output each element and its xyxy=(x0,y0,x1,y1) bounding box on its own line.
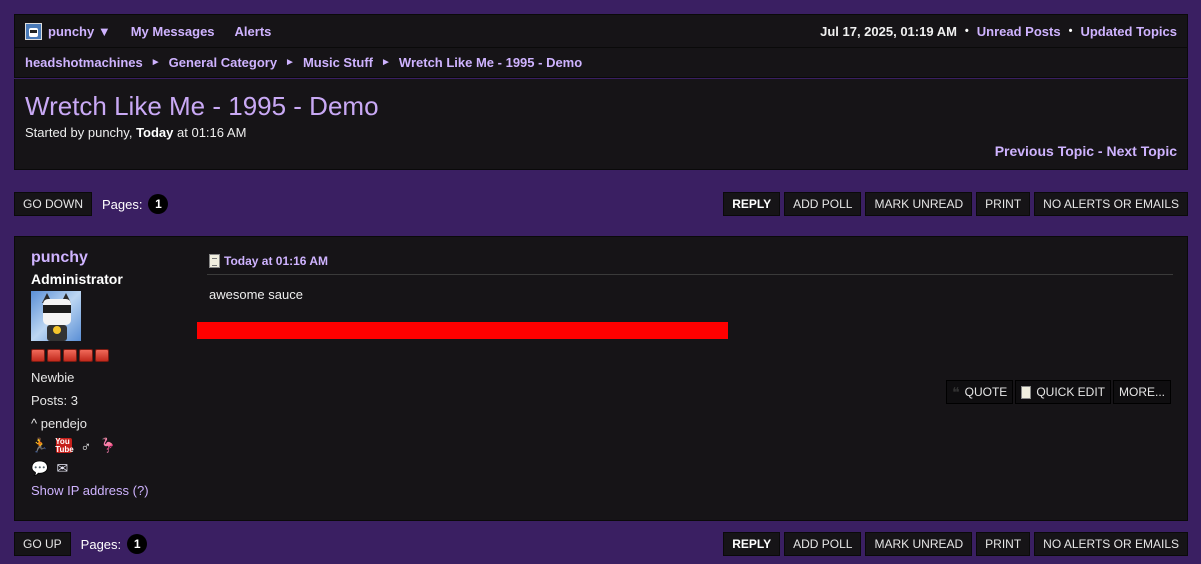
youtube-icon[interactable]: You Tube xyxy=(55,437,74,453)
quote-icon: ❝ xyxy=(952,383,960,400)
go-down-button[interactable]: GO DOWN xyxy=(14,192,92,216)
bottom-controls: GO UP Pages: 1 REPLY ADD POLL MARK UNREA… xyxy=(14,532,1188,556)
top-bar: punchy ▼ My Messages Alerts Jul 17, 2025… xyxy=(14,14,1188,48)
avatar xyxy=(31,291,81,341)
reply-button[interactable]: REPLY xyxy=(723,532,781,556)
topic-actions: REPLY ADD POLL MARK UNREAD PRINT NO ALER… xyxy=(723,192,1188,216)
rank-stars xyxy=(31,349,191,362)
post-content: Today at 01:16 AM awesome sauce xyxy=(197,251,1173,339)
reply-button[interactable]: REPLY xyxy=(723,192,781,216)
separator-dot: • xyxy=(964,25,969,37)
rank-star-icon xyxy=(63,349,77,362)
started-day: Today xyxy=(136,125,174,140)
user-avatar-icon xyxy=(25,22,42,40)
print-button[interactable]: PRINT xyxy=(976,192,1031,216)
rank-star-icon xyxy=(47,349,61,362)
post-author-role: Administrator xyxy=(31,271,123,287)
started-time: at 01:16 AM xyxy=(177,125,247,140)
rank-star-icon xyxy=(31,349,45,362)
pagination: Pages: 1 xyxy=(102,194,169,214)
current-datetime: Jul 17, 2025, 01:19 AM xyxy=(820,23,957,39)
post-author-post-count: Posts: 3 xyxy=(31,393,78,408)
breadcrumb-separator-icon: ► xyxy=(381,57,391,68)
topic-nav-separator: - xyxy=(1097,143,1103,159)
unread-posts-link[interactable]: Unread Posts xyxy=(977,24,1061,39)
mark-unread-button[interactable]: MARK UNREAD xyxy=(865,192,973,216)
post-author-personal-text: ^ pendejo xyxy=(31,416,87,431)
no-alerts-button[interactable]: NO ALERTS OR EMAILS xyxy=(1034,532,1188,556)
no-alerts-button[interactable]: NO ALERTS OR EMAILS xyxy=(1034,192,1188,216)
contact-icons: 💬 ✉ xyxy=(31,460,191,477)
post-author-link[interactable]: punchy xyxy=(31,249,191,267)
page-title: Wretch Like Me - 1995 - Demo xyxy=(25,91,379,121)
my-messages-link[interactable]: My Messages xyxy=(131,24,215,39)
rank-star-icon xyxy=(95,349,109,362)
top-controls: GO DOWN Pages: 1 REPLY ADD POLL MARK UNR… xyxy=(14,192,1188,216)
post-meta: Today at 01:16 AM xyxy=(207,251,1173,275)
alerts-link[interactable]: Alerts xyxy=(235,24,272,39)
document-icon xyxy=(209,253,220,268)
topic-actions: REPLY ADD POLL MARK UNREAD PRINT NO ALER… xyxy=(723,532,1188,556)
print-button[interactable]: PRINT xyxy=(976,532,1031,556)
breadcrumb: headshotmachines ► General Category ► Mu… xyxy=(14,48,1188,78)
email-icon[interactable]: ✉ xyxy=(56,460,68,477)
post-actions: ❝ QUOTE QUICK EDIT MORE... xyxy=(944,380,1171,404)
add-poll-button[interactable]: ADD POLL xyxy=(784,192,862,216)
flamingo-icon: 🦩 xyxy=(98,437,117,453)
profile-icons: 🏃 You Tube ♂ 🦩 xyxy=(31,437,191,454)
breadcrumb-separator-icon: ► xyxy=(285,57,295,68)
topic-header: Wretch Like Me - 1995 - Demo Started by … xyxy=(14,79,1188,170)
user-menu[interactable]: punchy ▼ xyxy=(25,22,111,40)
topic-started-by: Started by punchy, Today at 01:16 AM xyxy=(25,125,1177,140)
rank-star-icon xyxy=(79,349,93,362)
updated-topics-link[interactable]: Updated Topics xyxy=(1080,24,1177,39)
personal-message-icon[interactable]: 💬 xyxy=(31,460,48,477)
next-topic-link[interactable]: Next Topic xyxy=(1106,143,1177,159)
started-prefix: Started by punchy, xyxy=(25,125,133,140)
go-up-button[interactable]: GO UP xyxy=(14,532,71,556)
poster-info: punchy Administrator Newbie Posts: 3 ^ p… xyxy=(31,249,191,498)
breadcrumb-item-category[interactable]: General Category xyxy=(169,55,277,70)
show-ip-link[interactable]: Show IP address (?) xyxy=(31,483,191,498)
post-timestamp-link[interactable]: Today at 01:16 AM xyxy=(224,254,328,268)
mark-unread-button[interactable]: MARK UNREAD xyxy=(865,532,973,556)
post-author-rank: Newbie xyxy=(31,370,75,385)
previous-topic-link[interactable]: Previous Topic xyxy=(995,143,1094,159)
add-poll-button[interactable]: ADD POLL xyxy=(784,532,862,556)
pagination: Pages: 1 xyxy=(80,534,148,554)
pages-label: Pages: xyxy=(80,536,122,552)
breadcrumb-item-forum[interactable]: headshotmachines xyxy=(25,55,143,70)
pages-label: Pages: xyxy=(102,196,143,212)
edit-icon xyxy=(1021,385,1032,399)
more-button[interactable]: MORE... xyxy=(1112,380,1171,404)
username-label: punchy ▼ xyxy=(48,23,111,39)
quick-edit-label: QUICK EDIT xyxy=(1036,385,1105,399)
quick-edit-button[interactable]: QUICK EDIT xyxy=(1015,380,1111,404)
redaction-bar xyxy=(197,322,728,339)
topic-navigation: Previous Topic - Next Topic xyxy=(995,143,1177,159)
page-number-current[interactable]: 1 xyxy=(148,194,169,214)
separator-dot: • xyxy=(1068,25,1073,37)
breadcrumb-item-board[interactable]: Music Stuff xyxy=(303,55,373,70)
post: punchy Administrator Newbie Posts: 3 ^ p… xyxy=(14,236,1188,521)
quote-button[interactable]: ❝ QUOTE xyxy=(946,380,1014,404)
post-text: awesome sauce xyxy=(209,287,303,302)
breadcrumb-separator-icon: ► xyxy=(150,57,161,68)
male-gender-icon: ♂ xyxy=(80,437,91,454)
breadcrumb-item-topic[interactable]: Wretch Like Me - 1995 - Demo xyxy=(399,55,582,70)
runner-icon: 🏃 xyxy=(31,437,49,453)
quote-label: QUOTE xyxy=(964,385,1008,399)
page-number-current[interactable]: 1 xyxy=(127,534,148,554)
